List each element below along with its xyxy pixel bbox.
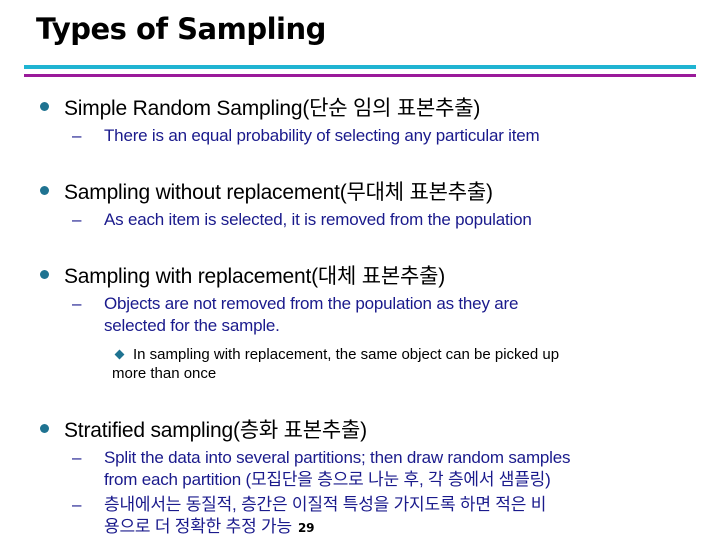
bullet-without-replacement: Sampling without replacement(무대체 표본추출): [64, 181, 493, 204]
bullet-with-replacement: Sampling with replacement(대체 표본추출): [64, 265, 446, 288]
bullet-dot-icon: [40, 270, 49, 279]
subsub-with-replacement-line2: more than once: [112, 365, 217, 382]
bullet-simple-random: Simple Random Sampling(단순 임의 표본추출): [64, 97, 481, 120]
dash-icon: –: [72, 210, 82, 229]
sub-simple-random: There is an equal probability of selecti…: [104, 126, 540, 145]
dash-icon: –: [72, 126, 82, 145]
bullet-dot-icon: [40, 102, 49, 111]
dash-icon: –: [72, 495, 82, 514]
sub-without-replacement: As each item is selected, it is removed …: [104, 210, 532, 229]
bullet-dot-icon: [40, 186, 49, 195]
sub-with-replacement-line2: selected for the sample.: [104, 316, 280, 335]
bullet-dot-icon: [40, 424, 49, 433]
diamond-bullet-icon: [114, 349, 125, 360]
sub2-stratified-line2-wrap: 용으로 더 정확한 추정 가능 29: [104, 516, 314, 539]
sub2-stratified-line1: 층내에서는 동질적, 층간은 이질적 특성을 가지도록 하면 적은 비: [104, 495, 547, 514]
sub-stratified-line1: Split the data into several partitions; …: [104, 448, 571, 467]
title-rule-cyan: [24, 65, 696, 69]
page-number: 29: [297, 521, 315, 535]
sub-stratified-line2: from each partition (모집단을 층으로 나눈 후, 각 층에…: [104, 470, 551, 489]
title-rule-purple: [24, 74, 696, 77]
dash-icon: –: [72, 448, 82, 467]
subsub-with-replacement-line1: In sampling with replacement, the same o…: [133, 346, 560, 363]
sub-with-replacement-line1: Objects are not removed from the populat…: [104, 294, 519, 313]
dash-icon: –: [72, 294, 82, 313]
sub2-stratified-line2: 용으로 더 정확한 추정 가능: [104, 517, 292, 536]
slide-title: Types of Sampling: [36, 12, 326, 46]
bullet-stratified: Stratified sampling(층화 표본추출): [64, 419, 367, 442]
